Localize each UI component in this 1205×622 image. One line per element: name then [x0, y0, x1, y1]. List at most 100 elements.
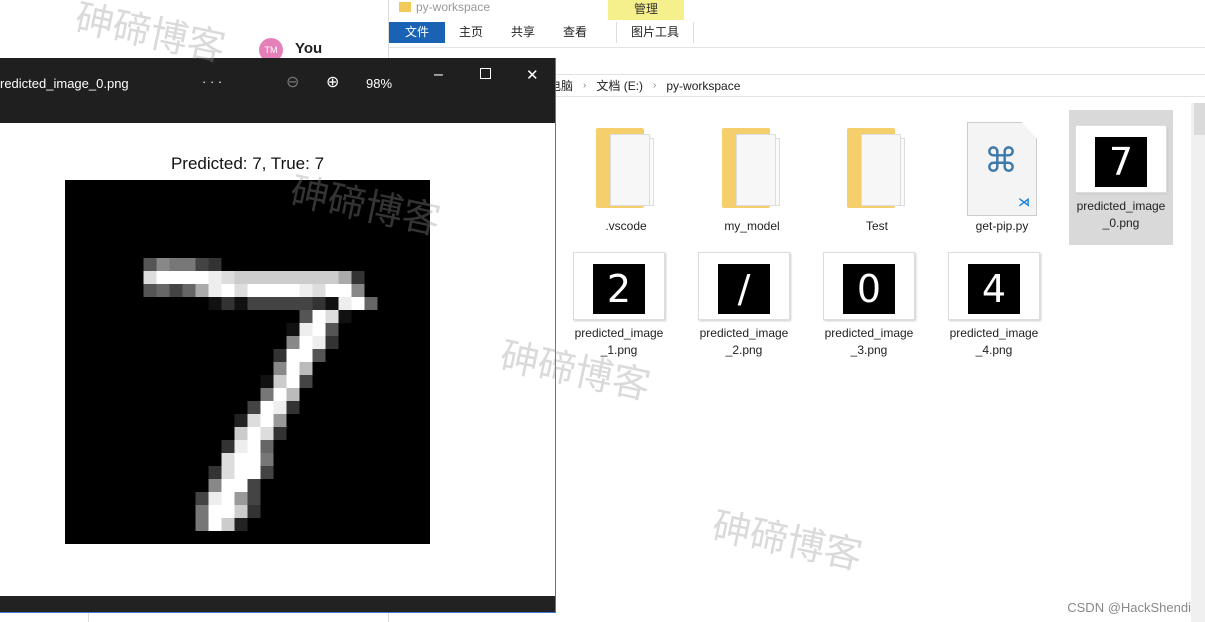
digit-pixel — [338, 284, 352, 297]
digit-pixel — [234, 297, 248, 310]
digit-pixel — [247, 505, 261, 518]
breadcrumb-drive[interactable]: 文档 (E:) — [596, 77, 643, 94]
tab-share[interactable]: 共享 — [497, 22, 549, 43]
file-item[interactable]: 0 predicted_image​_3.png — [819, 247, 919, 359]
digit-pixel — [234, 453, 248, 466]
digit-pixel — [260, 427, 274, 440]
digit-pixel — [247, 401, 261, 414]
digit-pixel — [312, 323, 326, 336]
ribbon-tabs: 文件 主页 共享 查看 图片工具 — [389, 22, 695, 43]
digit-pixel — [338, 271, 352, 284]
chevron-right-icon: › — [583, 80, 587, 91]
mnist-digit-image — [65, 180, 430, 544]
digit-pixel — [247, 427, 261, 440]
digit-pixel — [221, 453, 235, 466]
digit-pixel — [299, 362, 313, 375]
digit-pixel — [312, 284, 326, 297]
file-name: predicted_image​_2.png — [699, 326, 789, 357]
digit-pixel — [325, 310, 339, 323]
digit-pixel — [273, 388, 287, 401]
scrollbar[interactable] — [1191, 103, 1205, 622]
digit-pixel — [260, 271, 274, 284]
more-button[interactable]: · · · — [202, 74, 222, 89]
digit-pixel — [299, 349, 313, 362]
divider — [389, 47, 1205, 48]
digit-pixel — [325, 323, 339, 336]
python-file-icon: ⌘ ⋊ — [967, 122, 1037, 216]
digit-pixel — [247, 479, 261, 492]
title-text: py-workspace — [416, 0, 491, 14]
digit-pixel — [195, 271, 209, 284]
digit-pixel — [208, 466, 222, 479]
file-item[interactable]: ⌘ ⋊ get-pip.py — [952, 120, 1052, 235]
file-item[interactable]: .vscode — [576, 120, 676, 235]
tab-file[interactable]: 文件 — [389, 22, 445, 43]
file-item[interactable]: 4 predicted_image​_4.png — [944, 247, 1044, 359]
folder-icon — [722, 128, 782, 210]
image-caption: Predicted: 7, True: 7 — [170, 154, 325, 173]
file-item[interactable]: 7 predicted_image​_0.png — [1069, 110, 1173, 245]
digit-pixel — [273, 401, 287, 414]
digit-pixel — [143, 271, 157, 284]
file-name: predicted_image​_3.png — [824, 326, 914, 357]
digit-pixel — [260, 284, 274, 297]
digit-pixel — [208, 271, 222, 284]
file-item[interactable]: Test — [827, 120, 927, 235]
digit-pixel — [260, 414, 274, 427]
digit-pixel — [325, 336, 339, 349]
digit-pixel — [286, 388, 300, 401]
divider — [88, 612, 89, 622]
tab-view[interactable]: 查看 — [549, 22, 601, 43]
digit-pixel — [143, 284, 157, 297]
digit-pixel — [286, 297, 300, 310]
tab-picture-tools[interactable]: 图片工具 — [616, 22, 695, 43]
digit-pixel — [338, 310, 352, 323]
digit-pixel — [312, 310, 326, 323]
digit-pixel — [286, 375, 300, 388]
close-icon[interactable]: ✕ — [526, 66, 539, 84]
digit-pixel — [234, 284, 248, 297]
digit-pixel — [286, 362, 300, 375]
folder-icon — [847, 128, 907, 210]
digit-pixel — [234, 414, 248, 427]
user-name: You — [295, 40, 323, 57]
digit-pixel — [208, 505, 222, 518]
digit-pixel — [221, 466, 235, 479]
tab-home[interactable]: 主页 — [445, 22, 497, 43]
breadcrumb-folder[interactable]: py-workspace — [666, 79, 740, 93]
file-name: predicted_image​_4.png — [949, 326, 1039, 357]
digit-pixel — [247, 466, 261, 479]
digit-pixel — [221, 284, 235, 297]
digit-pixel — [299, 310, 313, 323]
digit-pixel — [247, 414, 261, 427]
zoom-in-icon[interactable]: ⊕ — [326, 72, 339, 92]
digit-pixel — [299, 297, 313, 310]
file-item[interactable]: 2 predicted_image​_1.png — [569, 247, 669, 359]
file-item[interactable]: / predicted_image​_2.png — [694, 247, 794, 359]
digit-pixel — [273, 427, 287, 440]
digit-pixel — [273, 414, 287, 427]
digit-pixel — [273, 375, 287, 388]
digit-pixel — [260, 453, 274, 466]
digit-pixel — [286, 336, 300, 349]
minimize-icon[interactable]: – — [434, 66, 443, 84]
digit-pixel — [156, 258, 170, 271]
digit-pixel — [260, 375, 274, 388]
digit-pixel — [299, 323, 313, 336]
digit-pixel — [234, 466, 248, 479]
tab-manage[interactable]: 管理 — [608, 0, 684, 20]
file-item[interactable]: my_model — [702, 120, 802, 235]
scrollbar-thumb[interactable] — [1194, 103, 1205, 135]
digit-pixel — [260, 297, 274, 310]
digit-pixel — [312, 297, 326, 310]
digit-pixel — [234, 271, 248, 284]
file-name: Test — [865, 219, 888, 233]
maximize-icon[interactable] — [480, 68, 491, 79]
digit-pixel — [364, 297, 378, 310]
digit-pixel — [338, 297, 352, 310]
image-thumbnail: 2 — [573, 252, 665, 320]
digit-pixel — [299, 271, 313, 284]
digit-pixel — [195, 505, 209, 518]
zoom-out-icon[interactable]: ⊖ — [286, 72, 299, 92]
digit-pixel — [312, 336, 326, 349]
